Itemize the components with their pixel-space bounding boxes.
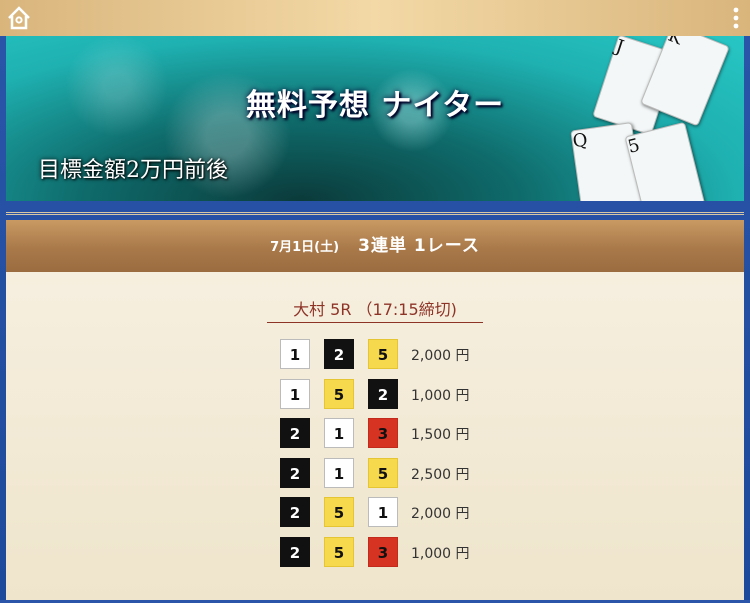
boat-number-box: 1 (280, 339, 310, 369)
boat-number-box: 2 (280, 457, 310, 488)
boat-number-box: 1 (368, 497, 398, 527)
playing-card: 5 (624, 121, 706, 201)
boat-number-box: 2 (280, 418, 310, 448)
boat-number-box: 5 (368, 339, 398, 369)
boat-number-box: 5 (324, 378, 354, 409)
bet-amount: 1,000 円 (411, 387, 470, 404)
boat-number-box: 5 (324, 497, 354, 527)
bet-amount: 2,000 円 (411, 348, 470, 364)
boat-number-box: 1 (280, 378, 310, 409)
bet-type: 3連単 1レース (358, 236, 480, 256)
race-date: 7月1日(土) (270, 240, 340, 255)
home-icon[interactable] (6, 5, 32, 31)
race-label: 大村 5R （17:15締切) (267, 296, 483, 323)
banner: J K Q 5 無料予想 ナイター 目標金額2万円前後 (6, 36, 744, 201)
bet-amount: 1,000 円 (411, 545, 470, 562)
boat-number-box: 3 (368, 536, 398, 567)
banner-subtitle: 目標金額2万円前後 (38, 158, 228, 183)
more-vertical-icon[interactable] (732, 6, 740, 30)
boat-number-box: 2 (280, 497, 310, 527)
boat-number-box: 3 (368, 418, 398, 448)
panel-header: 7月1日(土) 3連単 1レース (6, 220, 744, 272)
boat-number-box: 1 (324, 418, 354, 448)
boat-number-box: 5 (324, 536, 354, 567)
boat-number-box: 5 (368, 457, 398, 488)
bet-amount: 2,000 円 (411, 506, 470, 522)
boat-number-box: 2 (324, 339, 354, 369)
boat-number-box: 1 (324, 457, 354, 488)
bet-amount: 2,500 円 (411, 466, 470, 483)
banner-title: 無料予想 ナイター (245, 88, 505, 123)
bet-amount: 1,500 円 (411, 427, 470, 443)
boat-number-box: 2 (368, 378, 398, 409)
boat-number-box: 2 (280, 536, 310, 567)
top-bar (0, 0, 750, 36)
